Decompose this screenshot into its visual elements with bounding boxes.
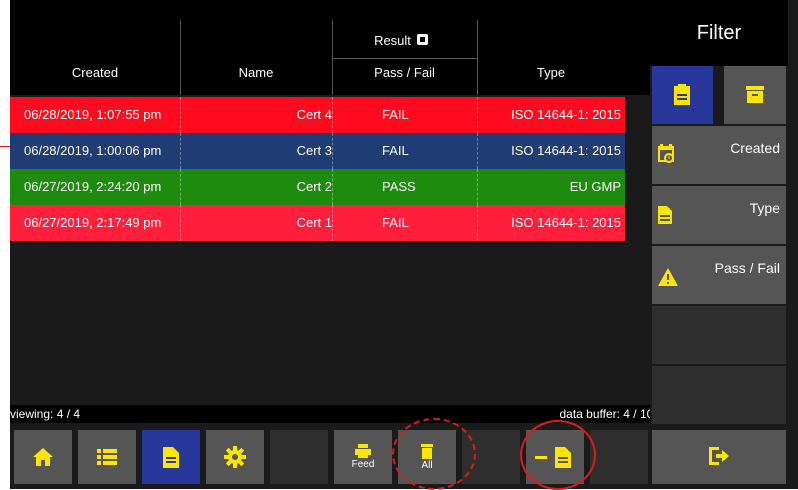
list-icon xyxy=(97,449,117,465)
cell-type: EU GMP xyxy=(569,179,621,194)
empty-filter-slot xyxy=(652,366,786,424)
cell-name: Cert 2 xyxy=(296,179,332,194)
cell-name: Cert 4 xyxy=(296,107,332,122)
header-divider xyxy=(332,58,477,59)
filter-title: Filter xyxy=(696,22,742,44)
home-icon xyxy=(33,448,53,466)
gear-icon xyxy=(224,446,246,468)
cell-type: ISO 14644-1: 2015 xyxy=(511,107,621,122)
cell-result: PASS xyxy=(382,179,416,194)
filter-pass-fail-button[interactable]: Pass / Fail xyxy=(652,246,786,304)
column-header-type[interactable]: Type xyxy=(477,65,625,80)
print-feed-button[interactable]: Feed xyxy=(334,430,392,484)
empty-filter-slot xyxy=(652,306,786,364)
filter-report-tab[interactable] xyxy=(652,66,713,124)
filter-type-button[interactable]: Type xyxy=(652,186,786,244)
viewing-count: viewing: 4 / 4 xyxy=(10,407,81,421)
filter-archive-tab[interactable] xyxy=(724,66,786,124)
column-header-pass-fail[interactable]: Pass / Fail xyxy=(332,65,477,80)
header-divider xyxy=(477,20,478,95)
cell-result: FAIL xyxy=(382,143,409,158)
empty-toolbar-slot xyxy=(590,430,648,484)
empty-toolbar-slot xyxy=(270,430,328,484)
filter-pass-fail-label: Pass / Fail xyxy=(714,260,780,276)
annotation-circle xyxy=(392,418,476,490)
expand-icon[interactable] xyxy=(417,34,428,45)
table-header: Created Name Result Pass / Fail Type xyxy=(10,0,660,95)
report-button[interactable] xyxy=(142,430,200,484)
filter-type-label: Type xyxy=(749,200,780,216)
table-row[interactable]: 06/28/2019, 1:07:55 pm Cert 4 FAIL ISO 1… xyxy=(10,97,625,133)
cell-created: 06/27/2019, 2:24:20 pm xyxy=(24,179,162,194)
table-row[interactable]: 06/27/2019, 2:17:49 pm Cert 1 FAIL ISO 1… xyxy=(10,205,625,241)
cell-created: 06/28/2019, 1:07:55 pm xyxy=(24,107,162,122)
home-button[interactable] xyxy=(14,430,72,484)
table-row[interactable]: 06/28/2019, 1:00:06 pm Cert 3 FAIL ISO 1… xyxy=(10,133,625,169)
exit-icon xyxy=(709,447,729,465)
cell-type: ISO 14644-1: 2015 xyxy=(511,143,621,158)
filter-created-label: Created xyxy=(730,140,780,156)
table-row[interactable]: 06/27/2019, 2:24:20 pm Cert 2 PASS EU GM… xyxy=(10,169,625,205)
cell-name: Cert 3 xyxy=(296,143,332,158)
data-buffer-count: data buffer: 4 / 100 xyxy=(559,407,660,421)
filter-sidebar: Filter Created Type Pass / Fail xyxy=(650,0,788,489)
archive-icon xyxy=(746,86,764,103)
column-header-result[interactable]: Result xyxy=(332,33,477,48)
clipboard-icon xyxy=(674,84,690,105)
cell-created: 06/27/2019, 2:17:49 pm xyxy=(24,215,162,230)
cell-created: 06/28/2019, 1:00:06 pm xyxy=(24,143,162,158)
cell-result: FAIL xyxy=(382,107,409,122)
annotation-arrow xyxy=(0,146,10,147)
result-label: Result xyxy=(374,33,411,48)
warning-icon xyxy=(658,268,678,286)
table-body: 06/28/2019, 1:07:55 pm Cert 4 FAIL ISO 1… xyxy=(10,95,660,405)
calendar-clock-icon xyxy=(658,144,674,163)
printer-icon xyxy=(355,444,371,458)
header-divider xyxy=(180,20,181,95)
cell-name: Cert 1 xyxy=(296,215,332,230)
feed-label: Feed xyxy=(351,459,375,470)
annotation-circle xyxy=(520,420,596,490)
settings-button[interactable] xyxy=(206,430,264,484)
exit-button[interactable] xyxy=(652,430,786,484)
cell-result: FAIL xyxy=(382,215,409,230)
document-icon xyxy=(163,446,179,468)
document-icon xyxy=(658,206,672,224)
filter-created-button[interactable]: Created xyxy=(652,126,786,184)
list-button[interactable] xyxy=(78,430,136,484)
column-header-name[interactable]: Name xyxy=(180,65,332,80)
column-header-created[interactable]: Created xyxy=(10,65,180,80)
cell-type: ISO 14644-1: 2015 xyxy=(511,215,621,230)
